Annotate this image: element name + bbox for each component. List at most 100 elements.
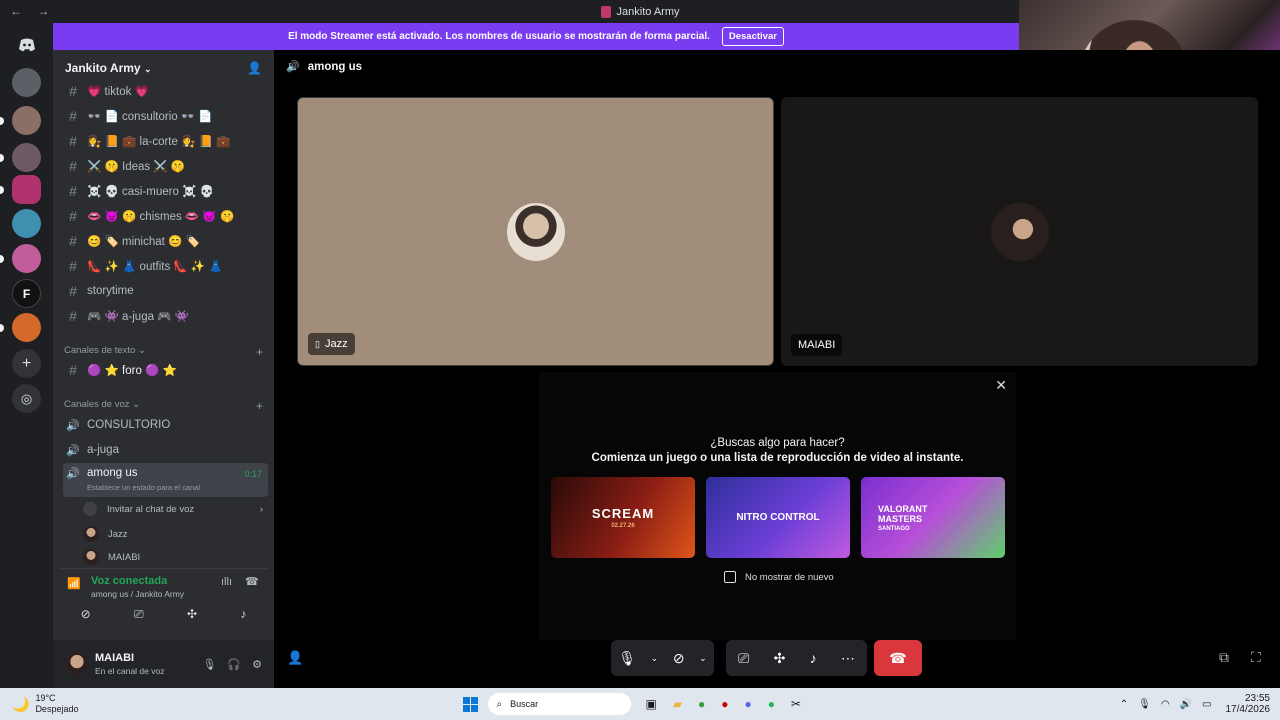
avatar[interactable]	[65, 652, 89, 676]
server-icon-5[interactable]	[12, 209, 41, 238]
disable-streamer-button[interactable]: Desactivar	[721, 27, 784, 46]
invite-to-voice[interactable]: Invitar al chat de voz ›	[83, 502, 263, 516]
voice-channel-among-us[interactable]: 🔊 among us Establece un estado para el c…	[63, 463, 268, 497]
channel-foro[interactable]: # 🟣 ⭐ foro 🟣 ⭐	[63, 359, 268, 381]
add-person-icon[interactable]: 👤	[287, 650, 303, 666]
voice-member-jazz[interactable]: Jazz	[83, 526, 128, 542]
spotify-icon[interactable]: ●	[768, 697, 775, 711]
user-name[interactable]: MAIABI	[95, 652, 164, 664]
participant-tile-maiabi[interactable]: MAIABI	[781, 97, 1258, 366]
start-icon[interactable]	[463, 696, 479, 712]
add-server-icon[interactable]: +	[12, 349, 41, 378]
app-icon[interactable]: ●	[721, 697, 728, 711]
channel-ideas[interactable]: # ⚔️ 🤫 Ideas ⚔️ 🤫	[63, 155, 268, 177]
chrome-icon[interactable]: ●	[698, 697, 705, 711]
channel-storytime[interactable]: # storytime	[63, 280, 268, 302]
microphone-icon[interactable]: 🎙	[618, 650, 636, 667]
activities-icon[interactable]: ✣	[774, 650, 786, 667]
channel-la-corte[interactable]: # 👩‍⚖️ 📙 💼 la-corte 👩‍⚖️ 📙 💼	[63, 130, 268, 152]
server-icon-f[interactable]: F	[12, 279, 41, 308]
channel-tiktok[interactable]: # 💗 tiktok 💗	[63, 80, 268, 102]
channel-outfits[interactable]: # 👠 ✨ 👗 outfits 👠 ✨ 👗	[63, 255, 268, 277]
channel-a-juga[interactable]: # 🎮 👾 a-juga 🎮 👾	[63, 305, 268, 327]
server-icon-6[interactable]	[0, 244, 41, 273]
wifi-icon[interactable]: ◠	[1161, 699, 1170, 710]
headphones-icon[interactable]: 🎧	[227, 658, 241, 671]
category-voice[interactable]: Canales de voz ⌄ +	[64, 399, 263, 413]
category-text[interactable]: Canales de texto ⌄ +	[64, 345, 263, 359]
activities-icon[interactable]: ✣	[187, 607, 197, 622]
capcut-icon[interactable]: ✂	[791, 697, 801, 711]
category-label: Canales de voz	[64, 399, 130, 410]
screen-share-icon[interactable]: ⎚	[738, 650, 749, 667]
activity-card-nitro-control[interactable]: NITRO CONTROL	[706, 477, 850, 558]
checkbox[interactable]	[724, 571, 736, 583]
channel-minichat[interactable]: # 😊 🏷️ minichat 😊 🏷️	[63, 230, 268, 252]
volume-icon[interactable]: 🔊	[1180, 699, 1192, 710]
voice-location[interactable]: among us / Jankito Army	[91, 589, 184, 599]
participant-name: MAIABI	[791, 334, 843, 356]
discord-taskbar-icon[interactable]: ●	[745, 697, 752, 711]
activity-card-scream[interactable]: SCREAM 02.27.26	[551, 477, 695, 558]
disconnect-icon[interactable]: ☎	[245, 575, 259, 588]
close-icon[interactable]: ✕	[995, 377, 1007, 394]
chevron-down-icon[interactable]: ⌄	[699, 653, 707, 664]
microphone-icon[interactable]: 🎙	[202, 658, 216, 671]
more-options-icon[interactable]: ⋯	[841, 650, 855, 667]
add-channel-icon[interactable]: +	[256, 399, 263, 413]
file-explorer-icon[interactable]: ▰	[673, 697, 682, 711]
soundboard-icon[interactable]: ♪	[810, 650, 817, 666]
window-title: Jankito Army	[616, 5, 680, 18]
chevron-right-icon: ›	[259, 503, 263, 515]
chevron-down-icon[interactable]: ⌄	[651, 653, 659, 664]
microphone-icon[interactable]: 🎙	[1138, 699, 1151, 710]
voice-channel-consultorio[interactable]: 🔊 CONSULTORIO	[63, 414, 268, 436]
activity-subtitle: Comienza un juego o una lista de reprodu…	[591, 452, 964, 464]
battery-icon[interactable]: ▭	[1202, 699, 1211, 710]
clock-date[interactable]: 17/4/2026	[1226, 704, 1271, 715]
voice-status[interactable]: Voz conectada	[91, 575, 167, 587]
soundboard-icon[interactable]: ♪	[240, 607, 246, 622]
server-icon-8[interactable]	[0, 313, 41, 342]
channel-casi-muero[interactable]: # ☠️ 💀 casi-muero ☠️ 💀	[63, 180, 268, 202]
member-name: MAIABI	[108, 551, 141, 563]
soundwave-icon[interactable]: ıllı	[221, 576, 232, 588]
signal-icon[interactable]: 📶	[67, 577, 81, 590]
back-forward-icons[interactable]: ← →	[10, 4, 55, 18]
discord-home-icon[interactable]	[12, 30, 41, 59]
activity-card-valorant[interactable]: VALORANT MASTERS SANTIAGO	[861, 477, 1005, 558]
weather-temp[interactable]: 19°C	[35, 693, 78, 704]
call-channel-name: among us	[307, 60, 363, 73]
channel-consultorio[interactable]: # 👓 📄 consultorio 👓 📄	[63, 105, 268, 127]
server-icon-2[interactable]	[0, 106, 41, 135]
fullscreen-icon[interactable]: ⛶	[1251, 649, 1261, 666]
channel-label: storytime	[87, 285, 134, 297]
screen-share-icon[interactable]: ⎚	[134, 607, 144, 622]
search-box[interactable]: ⌕ Buscar	[488, 693, 632, 715]
server-icon-jankito[interactable]	[0, 175, 41, 204]
gear-icon[interactable]: ⚙	[252, 658, 262, 671]
clock-time[interactable]: 23:55	[1245, 693, 1270, 704]
add-member-icon[interactable]: 👤	[247, 61, 262, 75]
camera-off-icon[interactable]: ⊘	[81, 607, 91, 622]
add-channel-icon[interactable]: +	[256, 345, 263, 359]
channel-chismes[interactable]: # 👄 👿 🤫 chismes 👄 👿 🤫	[63, 205, 268, 227]
channel-status[interactable]: Establece un estado para el canal	[87, 483, 200, 492]
discover-icon[interactable]: ◎	[12, 384, 41, 413]
hang-up-icon: ☎	[889, 649, 907, 666]
tray-chevron-icon[interactable]: ⌃	[1120, 699, 1128, 710]
voice-channel-a-juga[interactable]: 🔊 a-juga	[63, 439, 268, 461]
weather-text[interactable]: Despejado	[35, 704, 78, 715]
audio-video-controls: 🎙 ⌄ ⊘ ⌄	[611, 640, 714, 676]
server-icon-1[interactable]	[12, 68, 41, 97]
participant-tile-jazz[interactable]: ▯ Jazz	[297, 97, 774, 366]
camera-off-icon[interactable]: ⊘	[673, 650, 685, 667]
server-icon-3[interactable]	[0, 143, 41, 172]
disconnect-button[interactable]: ☎	[874, 640, 922, 676]
dont-show-again[interactable]: No mostrar de nuevo	[724, 571, 834, 583]
task-view-icon[interactable]: ▣	[645, 697, 656, 711]
speaker-icon: 🔊	[66, 419, 80, 432]
weather-icon[interactable]: 🌙	[12, 696, 29, 713]
popout-icon[interactable]: ⧉	[1219, 649, 1229, 666]
voice-member-maiabi[interactable]: MAIABI	[83, 549, 140, 565]
